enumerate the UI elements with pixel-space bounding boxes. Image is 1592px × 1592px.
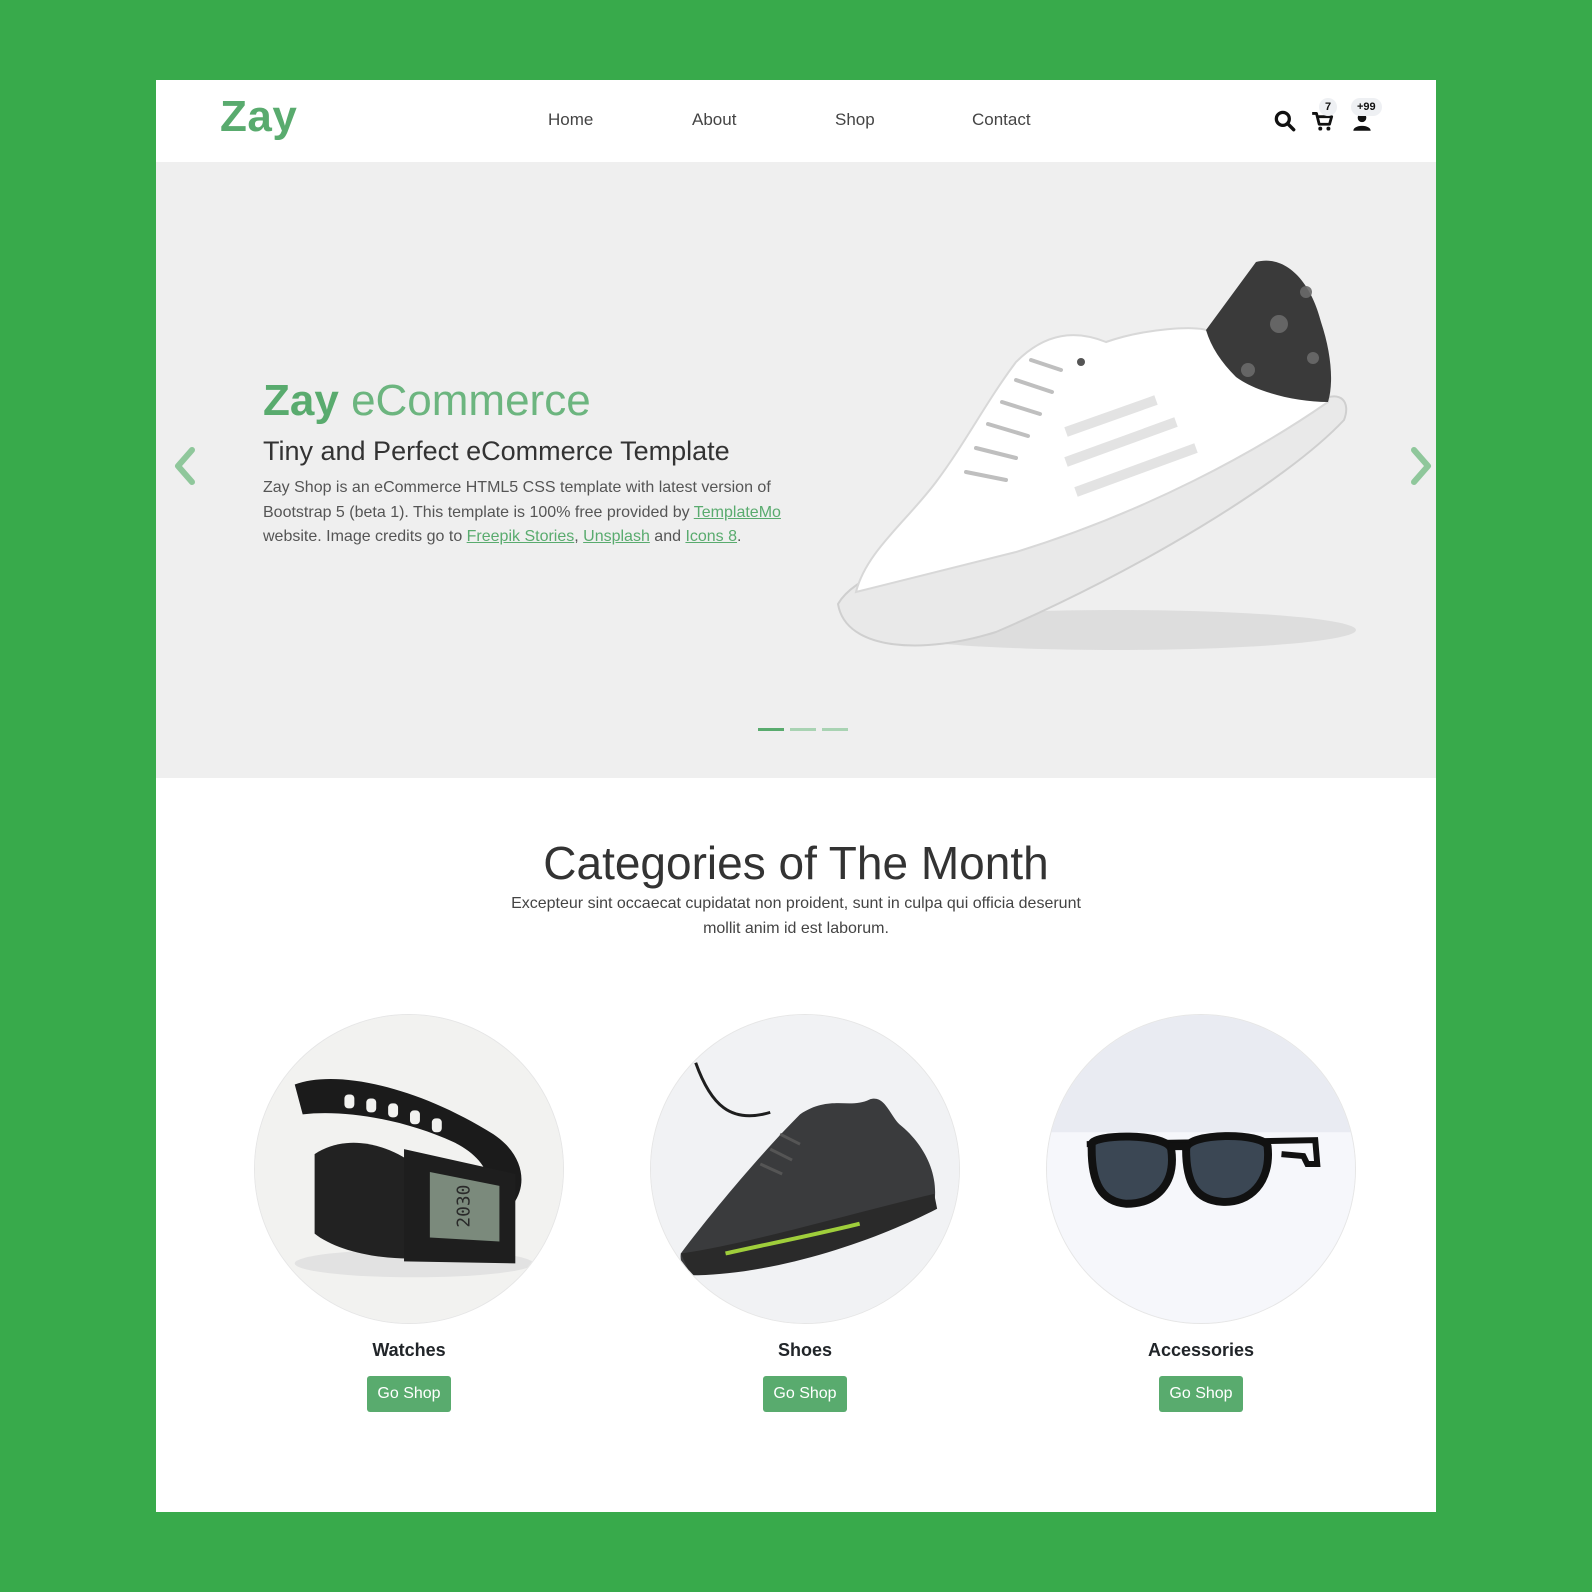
unsplash-link[interactable]: Unsplash xyxy=(583,528,650,545)
carousel-prev-icon[interactable] xyxy=(170,444,200,488)
svg-text:2030: 2030 xyxy=(454,1185,475,1228)
hero-description: Zay Shop is an eCommerce HTML5 CSS templ… xyxy=(263,476,803,550)
search-icon[interactable] xyxy=(1272,108,1298,134)
hero-text-sep: , xyxy=(574,528,584,545)
go-shop-watches-button[interactable]: Go Shop xyxy=(367,1376,451,1412)
hero-title: Zay eCommerce xyxy=(263,376,591,426)
carousel-indicator-3[interactable] xyxy=(822,728,848,731)
category-accessories: Accessories Go Shop xyxy=(1045,1014,1357,1412)
navbar: Zay Home About Shop Contact 7 +99 xyxy=(156,80,1436,162)
category-watches: 2030 Watches Go Shop xyxy=(253,1014,565,1412)
hero-text-and: and xyxy=(649,528,686,545)
cart-badge: 7 xyxy=(1319,98,1338,116)
hero-title-light: eCommerce xyxy=(351,376,591,425)
category-shoes: Shoes Go Shop xyxy=(649,1014,961,1412)
user-badge: +99 xyxy=(1351,98,1382,116)
hero-sneaker-image xyxy=(836,260,1356,650)
icons8-link[interactable]: Icons 8 xyxy=(685,528,737,545)
category-image-shoes[interactable] xyxy=(650,1014,960,1324)
hero-text-part2: website. Image credits go to xyxy=(263,528,467,545)
nav-contact-link[interactable]: Contact xyxy=(972,110,1031,130)
page-frame: Zay Home About Shop Contact 7 +99 Zay eC… xyxy=(156,80,1436,1512)
nav-about-link[interactable]: About xyxy=(692,110,736,130)
category-name-shoes: Shoes xyxy=(777,1340,833,1360)
hero-subtitle: Tiny and Perfect eCommerce Template xyxy=(263,436,730,466)
carousel-indicator-1[interactable] xyxy=(758,728,784,731)
hero-text-end: . xyxy=(737,528,742,545)
carousel-next-icon[interactable] xyxy=(1406,444,1436,488)
hero-title-bold: Zay xyxy=(263,376,339,425)
nav-shop-link[interactable]: Shop xyxy=(835,110,875,130)
carousel-indicator-2[interactable] xyxy=(790,728,816,731)
categories-title: Categories of The Month xyxy=(543,837,1049,889)
carousel-indicators xyxy=(758,728,848,731)
nav-home-link[interactable]: Home xyxy=(548,110,593,130)
category-name-accessories: Accessories xyxy=(1147,1340,1255,1360)
categories-description: Excepteur sint occaecat cupidatat non pr… xyxy=(511,895,1081,937)
freepik-link[interactable]: Freepik Stories xyxy=(467,528,575,545)
category-image-watches[interactable]: 2030 xyxy=(254,1014,564,1324)
brand-logo[interactable]: Zay xyxy=(220,92,297,142)
go-shop-shoes-button[interactable]: Go Shop xyxy=(763,1376,847,1412)
hero-carousel: Zay eCommerce Tiny and Perfect eCommerce… xyxy=(156,162,1436,778)
category-name-watches: Watches xyxy=(372,1340,446,1360)
category-image-accessories[interactable] xyxy=(1046,1014,1356,1324)
go-shop-accessories-button[interactable]: Go Shop xyxy=(1159,1376,1243,1412)
templatemo-link[interactable]: TemplateMo xyxy=(694,504,781,521)
